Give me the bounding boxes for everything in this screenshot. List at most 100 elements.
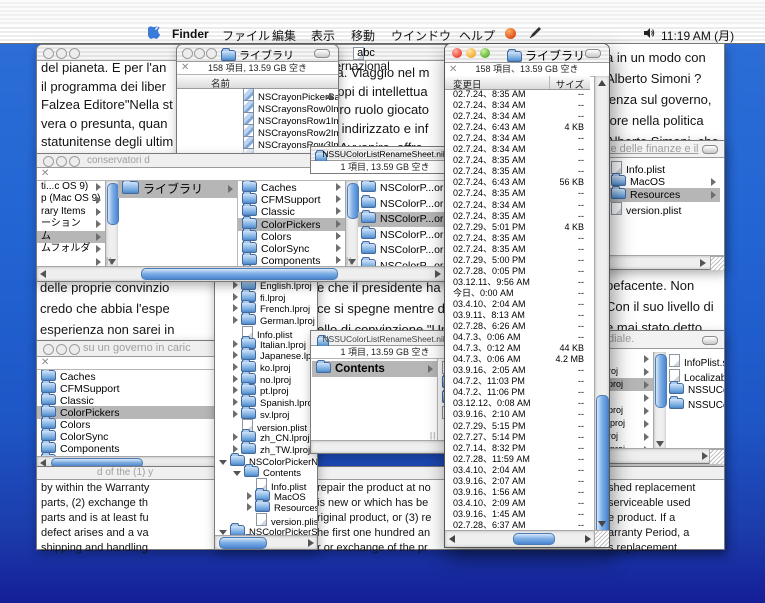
title-bar[interactable]: diale. <box>604 331 724 349</box>
disclosure-open-icon[interactable] <box>219 460 227 465</box>
scroll-down-arrow[interactable] <box>598 521 606 527</box>
list-item[interactable]: proj <box>604 378 653 391</box>
disclosure-closed-icon[interactable] <box>233 293 238 301</box>
menu-item-finder[interactable]: Finder <box>172 27 209 41</box>
disclosure-closed-icon[interactable] <box>247 492 252 500</box>
horizontal-scrollbar[interactable] <box>445 530 595 547</box>
column-divider[interactable] <box>549 76 550 89</box>
column-resize-grip[interactable]: || <box>106 256 113 265</box>
close-button[interactable] <box>452 48 462 58</box>
minimize-button[interactable] <box>56 48 67 59</box>
menu-item-view[interactable]: 表示 <box>311 27 335 44</box>
title-bar[interactable]: ライブラリ <box>177 45 338 62</box>
menu-item-help[interactable]: ヘルプ <box>459 27 495 44</box>
disclosure-closed-icon[interactable] <box>233 433 238 441</box>
disclosure-open-icon[interactable] <box>233 471 241 476</box>
disclosure-closed-icon[interactable] <box>233 304 238 312</box>
menu-item-go[interactable]: 移動 <box>351 27 375 44</box>
list-item[interactable]: rary Items <box>37 206 105 218</box>
list-item[interactable]: Resources <box>605 188 720 202</box>
resize-grip[interactable] <box>709 449 724 464</box>
minimize-button[interactable] <box>194 48 205 59</box>
minimize-button[interactable] <box>56 344 67 355</box>
zoom-button[interactable] <box>69 156 80 167</box>
scroll-left-arrow[interactable] <box>40 270 46 278</box>
list-item[interactable]: p (Mac OS 9) <box>37 193 105 205</box>
list-item[interactable]: lproj <box>604 417 653 430</box>
vertical-scrollbar[interactable] <box>345 181 358 267</box>
minimize-button[interactable] <box>466 48 476 58</box>
title-bar[interactable]: d of the (1) y <box>37 467 724 480</box>
toolbar-toggle-button[interactable] <box>585 49 601 58</box>
list-item[interactable]: NSSUCol <box>666 398 724 413</box>
scroll-right-arrow[interactable] <box>435 270 441 278</box>
volume-menu-extra[interactable] <box>643 27 655 42</box>
scroll-left-arrow[interactable] <box>449 535 455 543</box>
title-bar[interactable]: le delle finanze e il <box>604 141 724 158</box>
vertical-scrollbar[interactable] <box>594 76 609 531</box>
column-resize-grip[interactable]: || <box>346 256 353 265</box>
scroll-right-arrow[interactable] <box>700 259 706 267</box>
disclosure-closed-icon[interactable] <box>233 316 238 324</box>
list-item[interactable]: version.plist <box>605 202 720 218</box>
disclosure-open-icon[interactable] <box>219 530 227 535</box>
list-item[interactable]: proj <box>604 404 653 417</box>
menu-clock[interactable]: 11:19 AM (月) <box>661 27 734 44</box>
title-bar[interactable]: NSSUColorListRenameSheet.nib <box>311 147 459 161</box>
horizontal-scrollbar[interactable] <box>311 440 459 453</box>
disclosure-closed-icon[interactable] <box>233 398 238 406</box>
list-item[interactable]: roj <box>604 365 653 378</box>
close-button[interactable] <box>43 48 54 59</box>
scroll-thumb[interactable] <box>513 533 555 545</box>
disclosure-closed-icon[interactable] <box>247 503 252 511</box>
list-item[interactable]: ムフォルダ <box>37 243 105 255</box>
toolbar-toggle-button[interactable] <box>702 336 718 345</box>
horizontal-scrollbar[interactable] <box>37 266 459 281</box>
disclosure-closed-icon[interactable] <box>233 445 238 453</box>
column-header[interactable]: 名前 <box>177 75 338 89</box>
title-bar[interactable]: ライブラリ <box>445 44 609 63</box>
toolbar-toggle-button[interactable] <box>314 49 330 58</box>
scroll-up-arrow[interactable] <box>598 80 606 86</box>
scroll-down-arrow[interactable] <box>656 441 664 447</box>
horizontal-scrollbar[interactable] <box>604 255 724 269</box>
apple-menu[interactable] <box>148 26 161 44</box>
list-item[interactable]: Contents <box>312 361 437 377</box>
disclosure-closed-icon[interactable] <box>233 410 238 418</box>
disclosure-closed-icon[interactable] <box>233 340 238 348</box>
list-item[interactable]: ーション <box>37 218 105 230</box>
resize-grip[interactable] <box>594 530 609 547</box>
list-item[interactable]: ti...c OS 9) <box>37 181 105 193</box>
scroll-up-arrow[interactable] <box>326 93 334 99</box>
column-resize-grip[interactable]: || <box>430 431 437 440</box>
zoom-button[interactable] <box>480 48 490 58</box>
list-item[interactable]: MacOS <box>605 175 720 189</box>
menu-item-file[interactable]: ファイル <box>222 27 270 44</box>
scroll-thumb[interactable] <box>219 537 267 549</box>
disclosure-closed-icon[interactable] <box>233 363 238 371</box>
minimize-button[interactable] <box>56 156 67 167</box>
close-button[interactable] <box>43 344 54 355</box>
horizontal-scrollbar[interactable] <box>215 535 317 549</box>
vertical-scrollbar[interactable] <box>105 181 118 267</box>
toolbar-toggle-button[interactable] <box>702 145 718 154</box>
zoom-button[interactable] <box>69 344 80 355</box>
close-button[interactable] <box>182 48 193 59</box>
script-icon[interactable] <box>505 28 516 42</box>
vertical-scrollbar[interactable] <box>653 352 666 449</box>
scroll-right-arrow[interactable] <box>585 535 591 543</box>
disclosure-closed-icon[interactable] <box>233 386 238 394</box>
list-item[interactable]: ム <box>37 231 105 243</box>
menu-item-edit[interactable]: 編集 <box>272 27 296 44</box>
list-item[interactable]: roj <box>604 430 653 443</box>
disclosure-closed-icon[interactable] <box>233 281 238 289</box>
title-bar[interactable]: NSSUColorListRenameSheet.nib <box>311 331 459 346</box>
scroll-right-arrow[interactable] <box>308 539 314 547</box>
disclosure-closed-icon[interactable] <box>233 351 238 359</box>
scroll-right-arrow[interactable] <box>702 452 708 460</box>
scroll-thumb[interactable] <box>141 268 338 280</box>
resize-grip[interactable] <box>710 256 724 270</box>
zoom-button[interactable] <box>69 48 80 59</box>
menu-item-window[interactable]: ウインドウ <box>391 27 451 44</box>
ink-pen-icon[interactable] <box>528 26 542 43</box>
